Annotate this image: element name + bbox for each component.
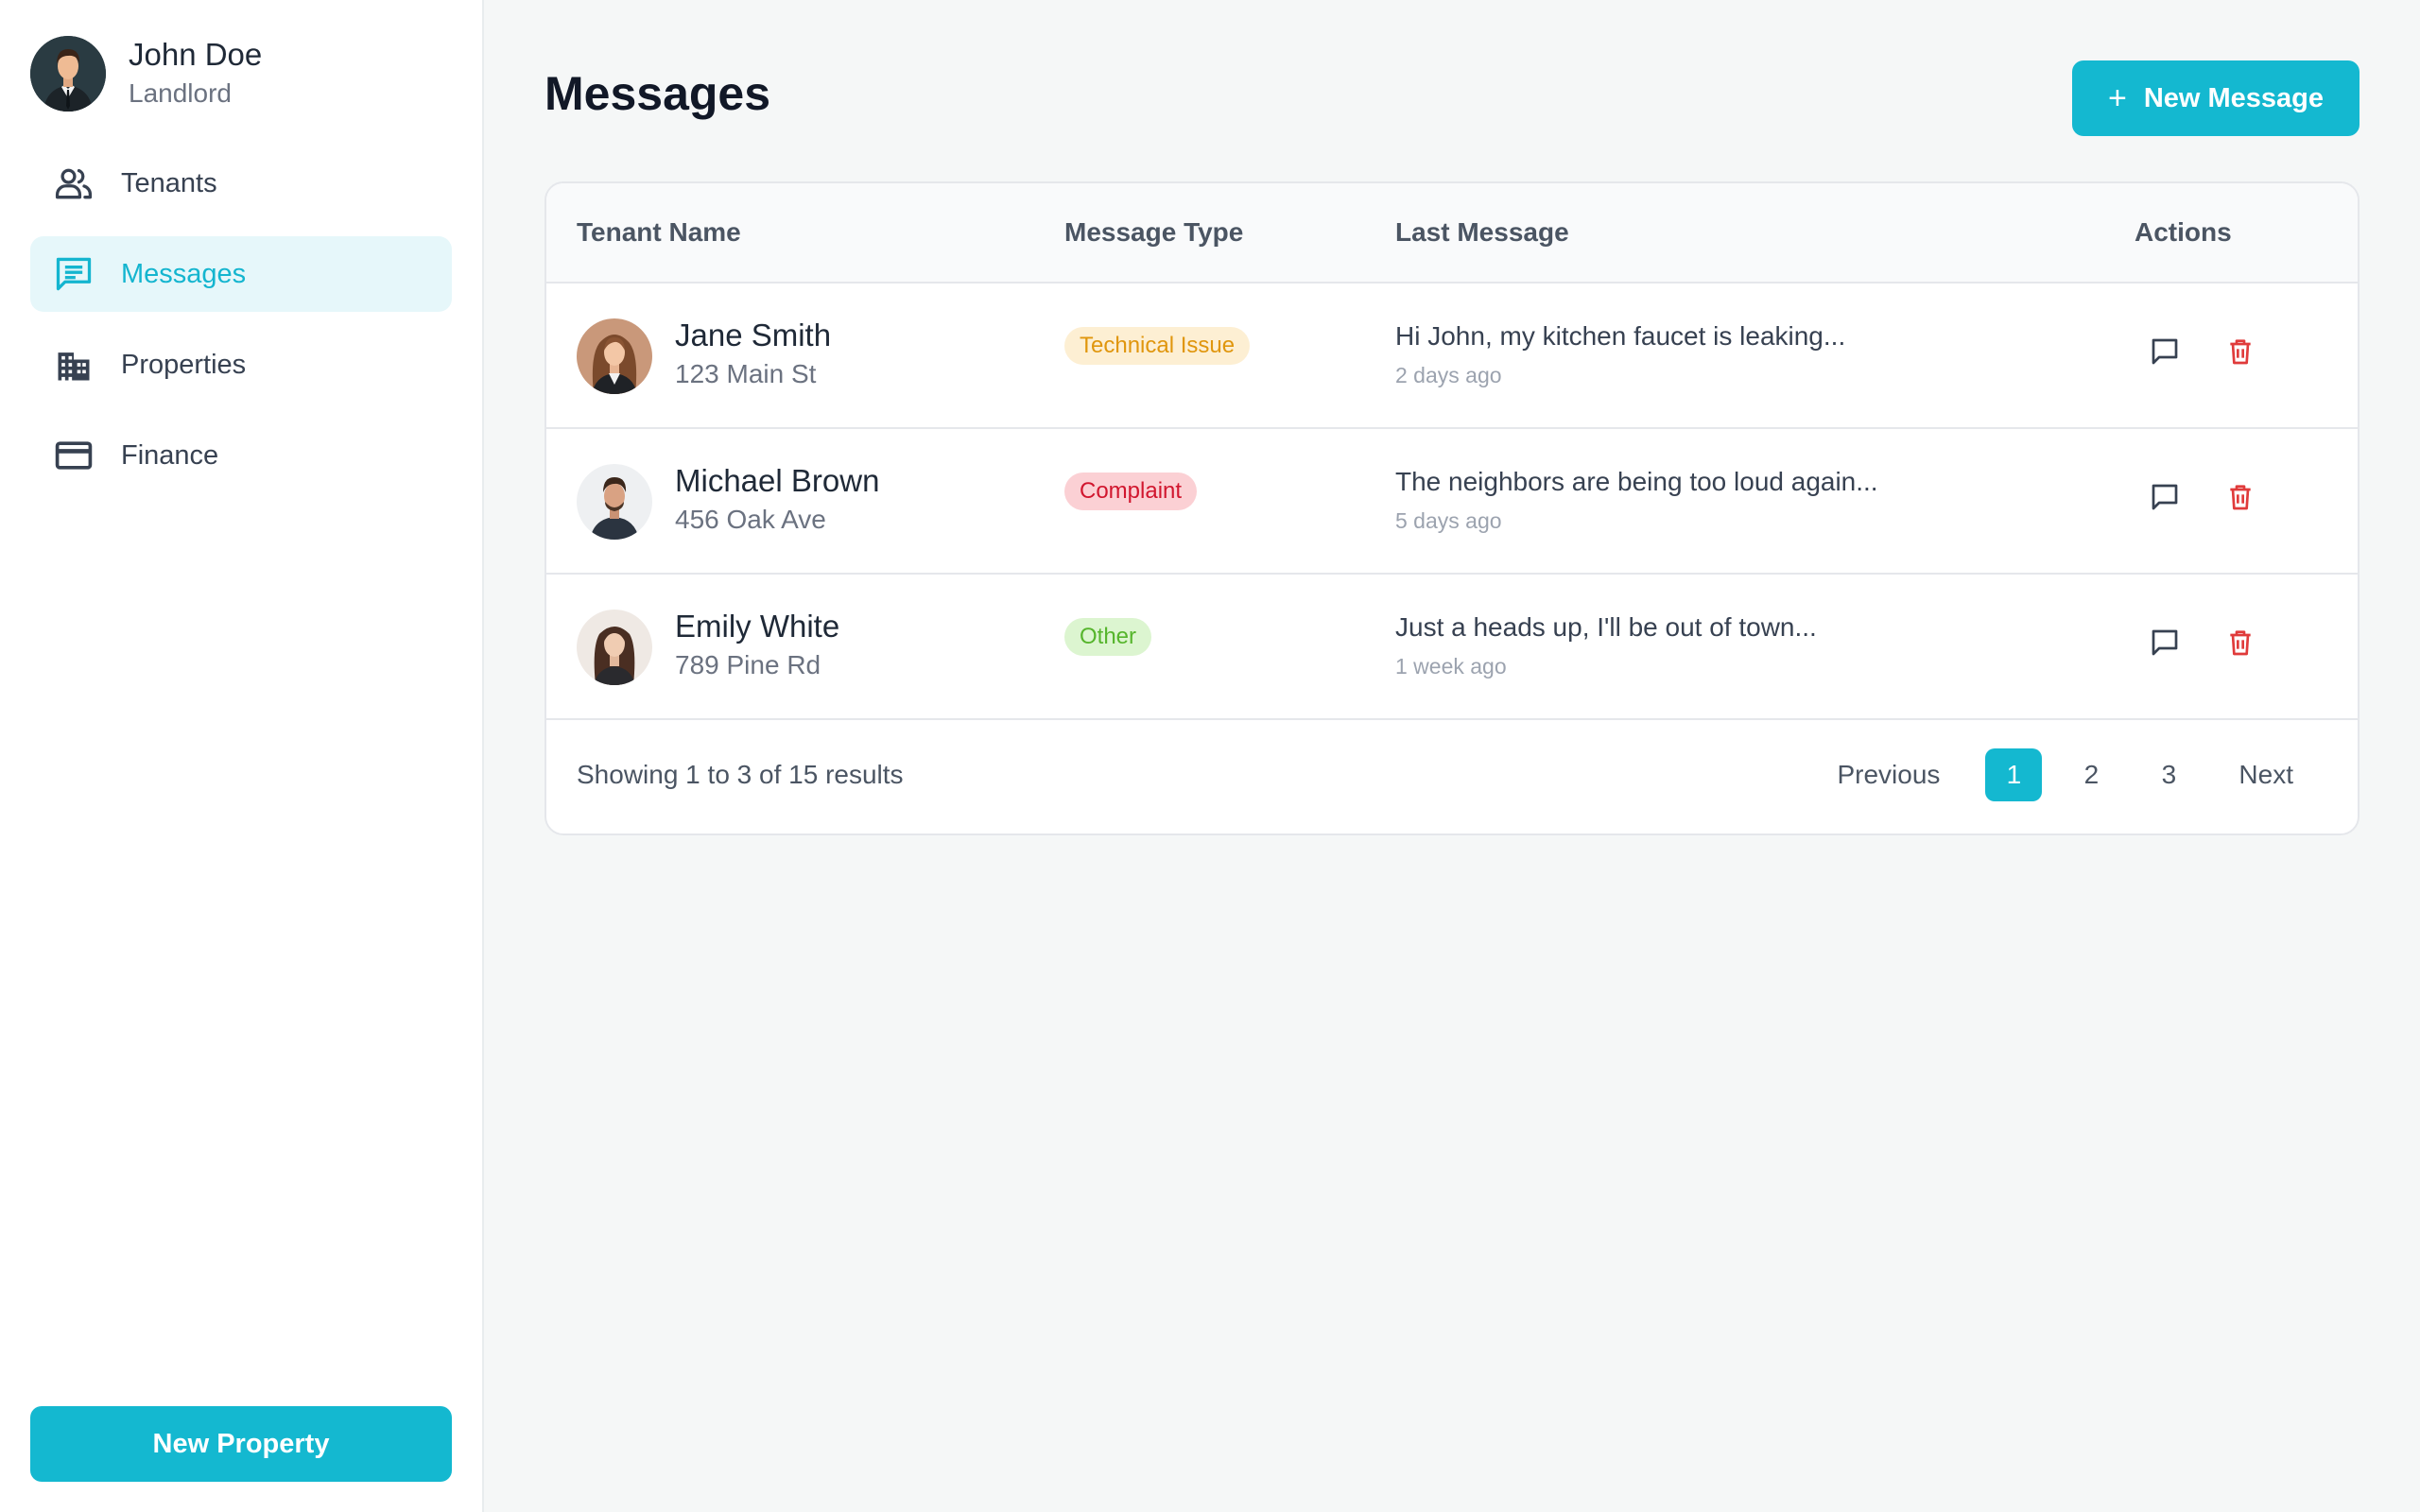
new-property-button[interactable]: New Property (30, 1406, 452, 1482)
sidebar-item-label: Tenants (121, 167, 217, 198)
column-header-actions: Actions (2135, 217, 2232, 247)
sidebar-item-label: Finance (121, 439, 219, 471)
reply-icon[interactable] (2146, 478, 2184, 516)
plus-icon: + (2107, 79, 2127, 116)
last-message-time: 5 days ago (1395, 508, 1502, 533)
user-profile: John Doe Landlord (30, 36, 262, 112)
sidebar-item-messages[interactable]: Messages (30, 236, 452, 312)
new-message-button[interactable]: + New Message (2072, 60, 2360, 136)
column-header-message-type: Message Type (1064, 217, 1244, 247)
sidebar-item-label: Messages (121, 258, 247, 289)
tenant-name: Jane Smith (675, 318, 832, 352)
page-1-button[interactable]: 1 (1985, 748, 2043, 801)
sidebar-item-properties[interactable]: Properties (30, 327, 452, 403)
avatar (577, 610, 652, 685)
last-message-text: Just a heads up, I'll be out of town... (1395, 612, 1817, 642)
table-footer: Showing 1 to 3 of 15 results Previous 1 … (546, 720, 2358, 833)
page-3-button[interactable]: 3 (2140, 748, 2197, 801)
delete-icon[interactable] (2221, 478, 2259, 516)
credit-card-icon (53, 435, 95, 476)
avatar (577, 318, 652, 394)
table-header: Tenant Name Message Type Last Message Ac… (546, 183, 2358, 284)
last-message-time: 2 days ago (1395, 363, 1502, 387)
sidebar-item-label: Properties (121, 349, 247, 380)
avatar (30, 36, 106, 112)
table-row[interactable]: Jane Smith 123 Main St Technical Issue H… (546, 284, 2358, 429)
tenant-name: Michael Brown (675, 463, 880, 498)
column-header-tenant-name: Tenant Name (577, 217, 741, 247)
sidebar: John Doe Landlord Tenants Messages Prope… (0, 0, 484, 1512)
delete-icon[interactable] (2221, 624, 2259, 662)
message-icon (53, 253, 95, 295)
sidebar-item-finance[interactable]: Finance (30, 418, 452, 493)
user-role: Landlord (129, 78, 232, 108)
page-2-button[interactable]: 2 (2063, 748, 2119, 801)
previous-page-button[interactable]: Previous (1825, 748, 1951, 801)
message-type-badge: Technical Issue (1064, 327, 1251, 365)
pagination: Previous 1 2 3 Next (1825, 748, 2305, 801)
column-header-last-message: Last Message (1395, 217, 1569, 247)
reply-icon[interactable] (2146, 624, 2184, 662)
tenant-address: 456 Oak Ave (675, 505, 826, 534)
message-type-badge: Complaint (1064, 472, 1198, 510)
avatar (577, 464, 652, 540)
tenant-name: Emily White (675, 609, 840, 644)
page-title: Messages (544, 67, 771, 120)
new-message-label: New Message (2143, 82, 2325, 113)
next-page-button[interactable]: Next (2227, 748, 2305, 801)
last-message-text: The neighbors are being too loud again..… (1395, 467, 1878, 496)
last-message-text: Hi John, my kitchen faucet is leaking... (1395, 321, 1846, 351)
tenant-address: 789 Pine Rd (675, 650, 821, 679)
user-name: John Doe (129, 37, 263, 72)
messages-table: Tenant Name Message Type Last Message Ac… (544, 181, 2360, 835)
last-message-time: 1 week ago (1395, 654, 1507, 679)
sidebar-nav: Tenants Messages Properties Finance (30, 146, 452, 508)
table-row[interactable]: Emily White 789 Pine Rd Other Just a hea… (546, 575, 2358, 720)
results-summary: Showing 1 to 3 of 15 results (577, 760, 904, 789)
users-icon (53, 163, 95, 204)
table-row[interactable]: Michael Brown 456 Oak Ave Complaint The … (546, 429, 2358, 575)
tenant-address: 123 Main St (675, 359, 817, 388)
building-icon (53, 344, 95, 386)
reply-icon[interactable] (2146, 333, 2184, 370)
delete-icon[interactable] (2221, 333, 2259, 370)
sidebar-item-tenants[interactable]: Tenants (30, 146, 452, 221)
message-type-badge: Other (1064, 618, 1152, 656)
